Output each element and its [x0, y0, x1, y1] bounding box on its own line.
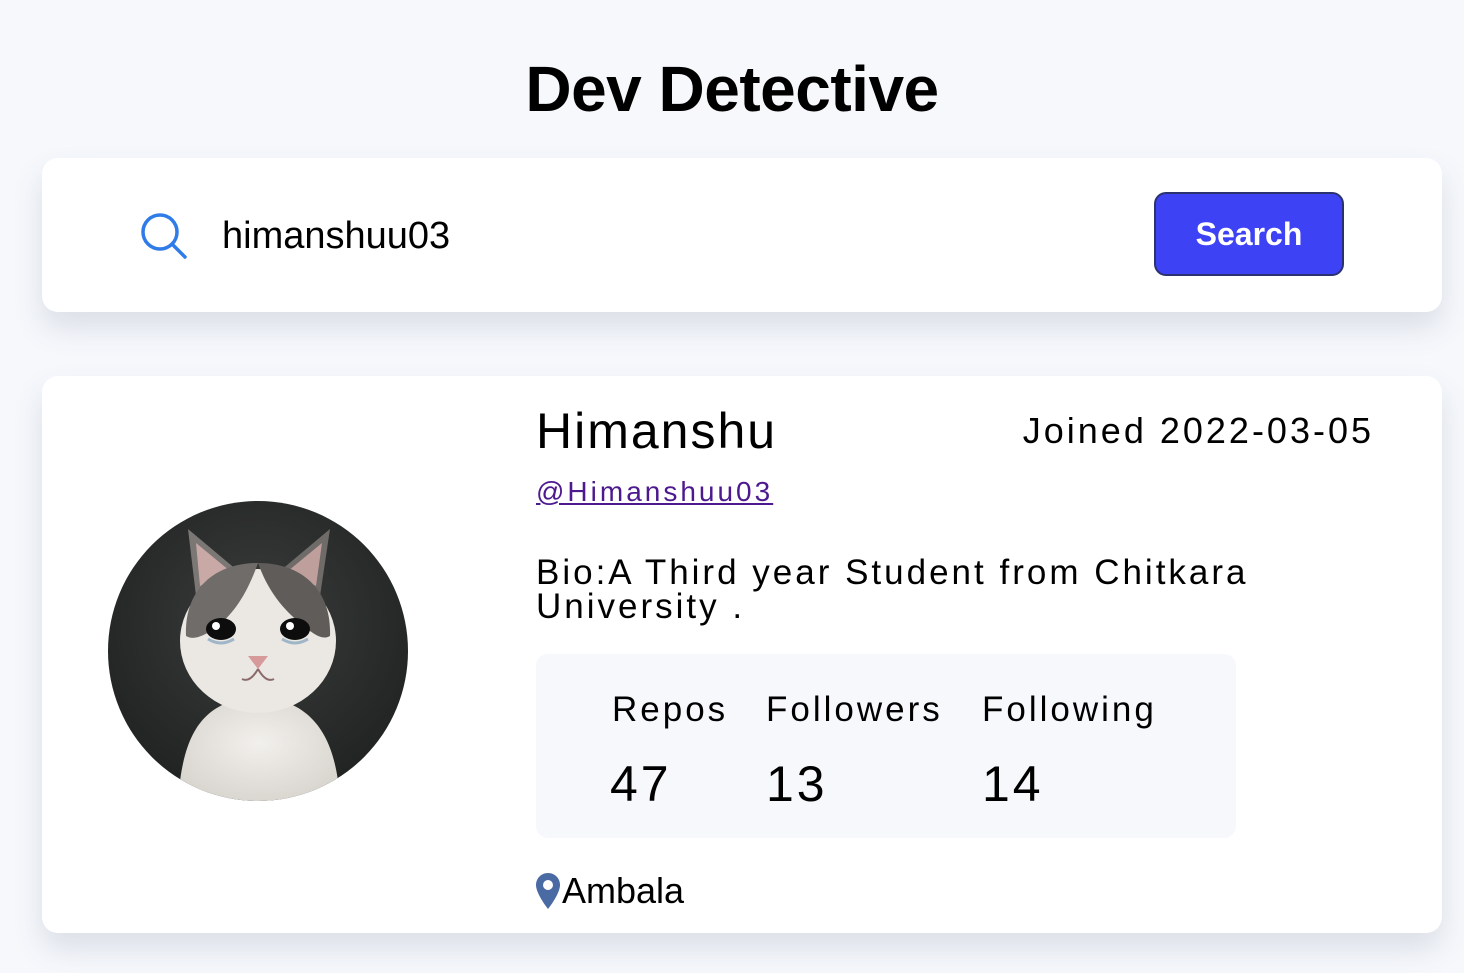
stat-label-repos: Repos [612, 690, 729, 729]
map-pin-icon [536, 873, 560, 909]
stat-label-followers: Followers [766, 690, 943, 729]
app-title: Dev Detective [525, 53, 939, 125]
stat-value-repos: 47 [610, 756, 672, 812]
joined-date: Joined 2022-03-05 [1022, 410, 1374, 451]
location: Ambala [536, 870, 684, 912]
bio: Bio:A Third year Student from Chitkara U… [536, 553, 1249, 626]
username-link[interactable]: @Himanshuu03 [536, 476, 773, 508]
avatar [108, 501, 408, 801]
location-label: Ambala [562, 870, 685, 911]
stat-value-following: 14 [982, 756, 1044, 812]
search-input[interactable] [222, 208, 1102, 264]
stat-value-followers: 13 [766, 756, 828, 812]
search-icon [141, 213, 187, 259]
search-button[interactable]: Search [1154, 192, 1344, 276]
profile-name: Himanshu [536, 403, 778, 459]
stat-label-following: Following [982, 690, 1157, 729]
